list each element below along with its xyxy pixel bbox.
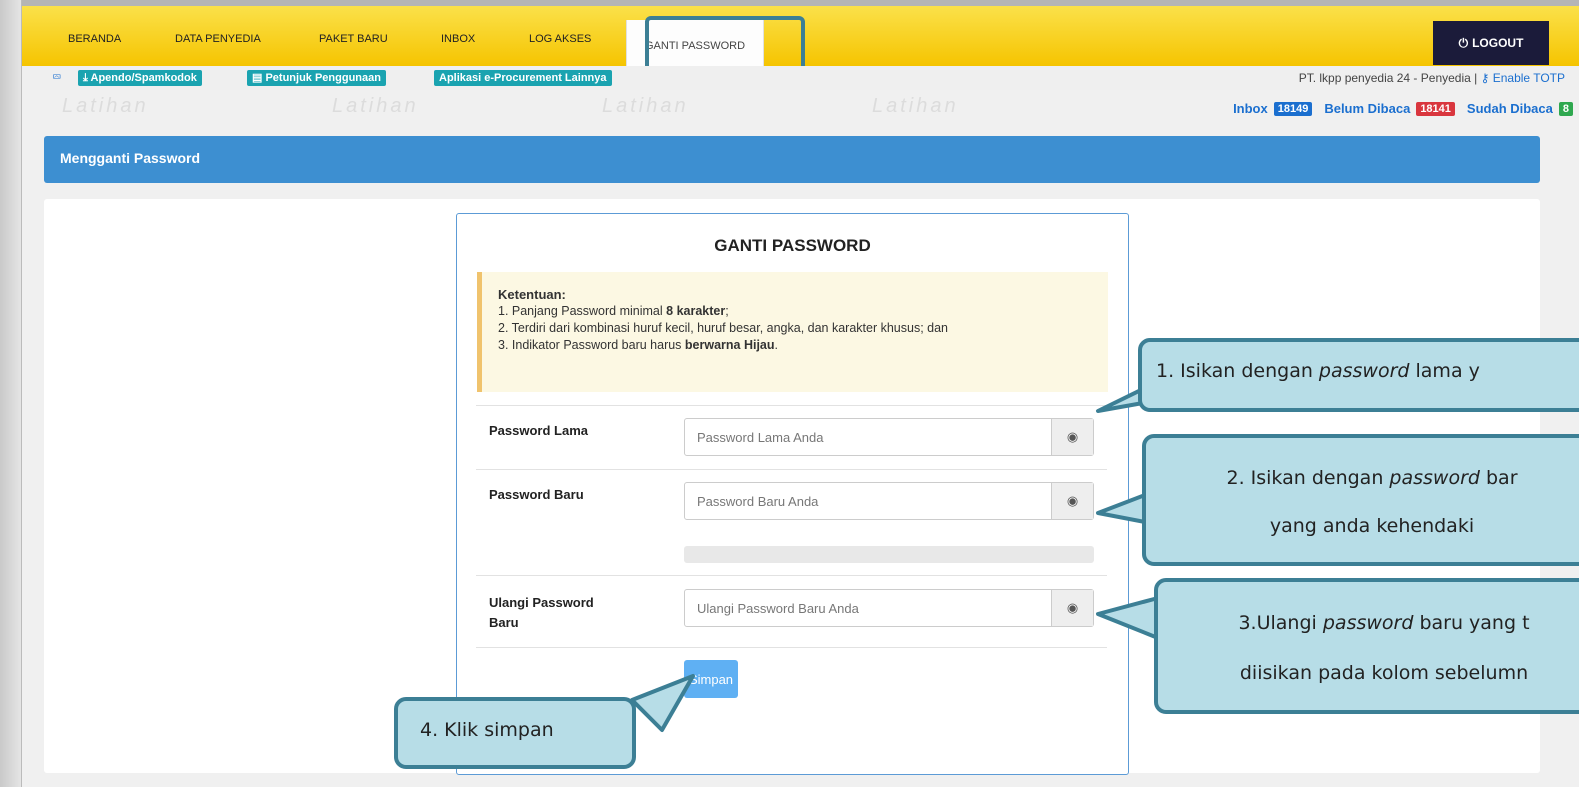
eye-icon[interactable]: ◉ [1051,483,1093,519]
nav-data-penyedia[interactable]: DATA PENYEDIA [175,33,261,45]
download-icon: ⤓ [83,72,91,84]
nav-paket-baru[interactable]: PAKET BARU [319,33,388,45]
rule-2: 2. Terdiri dari kombinasi huruf kecil, h… [498,321,949,335]
requirements-notice: Ketentuan: 1. Panjang Password minimal 8… [477,272,1108,392]
callout-step-2: 2. Isikan dengan password bar yang anda … [1142,434,1579,566]
repeat-password-label: Ulangi Password Baru [489,595,594,630]
screenshot-frame: BERANDA DATA PENYEDIA PAKET BARU INBOX L… [0,0,1579,787]
logout-button[interactable]: ⏻ LOGOUT [1433,21,1549,65]
new-password-input[interactable] [685,483,1053,519]
watermark: Latihan [332,95,419,117]
divider [476,575,1107,576]
nav-beranda[interactable]: BERANDA [68,33,121,45]
inbox-counters: Inbox 18149 Belum Dibaca 18141 Sudah Dib… [1233,101,1573,116]
panel-title: Mengganti Password [44,136,1540,183]
callout-step-3: 3.Ulangi password baru yang t diisikan p… [1154,578,1579,714]
divider [476,405,1107,406]
key-icon: ⚷ [1480,71,1493,85]
repeat-password-field: ◉ [684,589,1094,627]
window-edge [0,0,22,787]
watermark: Latihan [62,95,149,117]
sub-toolbar: ⮹ ⤓ Apendo/Spamkodok ▤ Petunjuk Pengguna… [22,66,1579,90]
aplikasi-link[interactable]: Aplikasi e-Procurement Lainnya [434,70,612,86]
nav-inbox[interactable]: INBOX [441,33,475,45]
petunjuk-link[interactable]: ▤ Petunjuk Penggunaan [247,70,386,86]
read-link[interactable]: Sudah Dibaca [1467,101,1553,116]
user-info: PT. lkpp penyedia 24 - Penyedia | ⚷ Enab… [1298,71,1565,85]
unread-count-badge: 18141 [1416,101,1455,116]
password-strength-bar [684,546,1094,563]
notice-title: Ketentuan: [498,287,566,302]
callout-step-1: 1. Isikan dengan password lama y [1138,338,1579,412]
callout-step-4: 4. Klik simpan [394,697,636,769]
divider [476,469,1107,470]
rule-3: 3. Indikator Password baru harus berwarn… [498,338,779,352]
enable-totp-link[interactable]: ⚷ Enable TOTP [1481,71,1565,85]
inbox-link[interactable]: Inbox [1233,101,1268,116]
watermark: Latihan [602,95,689,117]
inbox-count-badge: 18149 [1273,101,1313,116]
logout-label: LOGOUT [1472,36,1524,50]
nav-log-akses[interactable]: LOG AKSES [529,33,591,45]
divider [476,647,1107,648]
new-password-label: Password Baru [489,487,584,502]
save-button[interactable]: Simpan [684,660,738,698]
old-password-label: Password Lama [489,423,588,438]
eye-icon[interactable]: ◉ [1051,590,1093,626]
book-icon: ▤ [252,72,266,84]
new-password-field: ◉ [684,482,1094,520]
old-password-input[interactable] [685,419,1053,455]
rule-1: 1. Panjang Password minimal 8 karakter; [498,304,729,318]
repeat-password-input[interactable] [685,590,1053,626]
watermark: Latihan [872,95,959,117]
old-password-field: ◉ [684,418,1094,456]
power-icon: ⏻ [1458,35,1469,50]
form-title: GANTI PASSWORD [714,236,871,255]
double-chevron-up-icon[interactable]: ⮹ [52,70,62,85]
apendo-link[interactable]: ⤓ Apendo/Spamkodok [78,70,202,86]
unread-link[interactable]: Belum Dibaca [1324,101,1410,116]
highlight-ganti-password [645,16,805,72]
read-count-badge: 8 [1558,101,1573,116]
eye-icon[interactable]: ◉ [1051,419,1093,455]
